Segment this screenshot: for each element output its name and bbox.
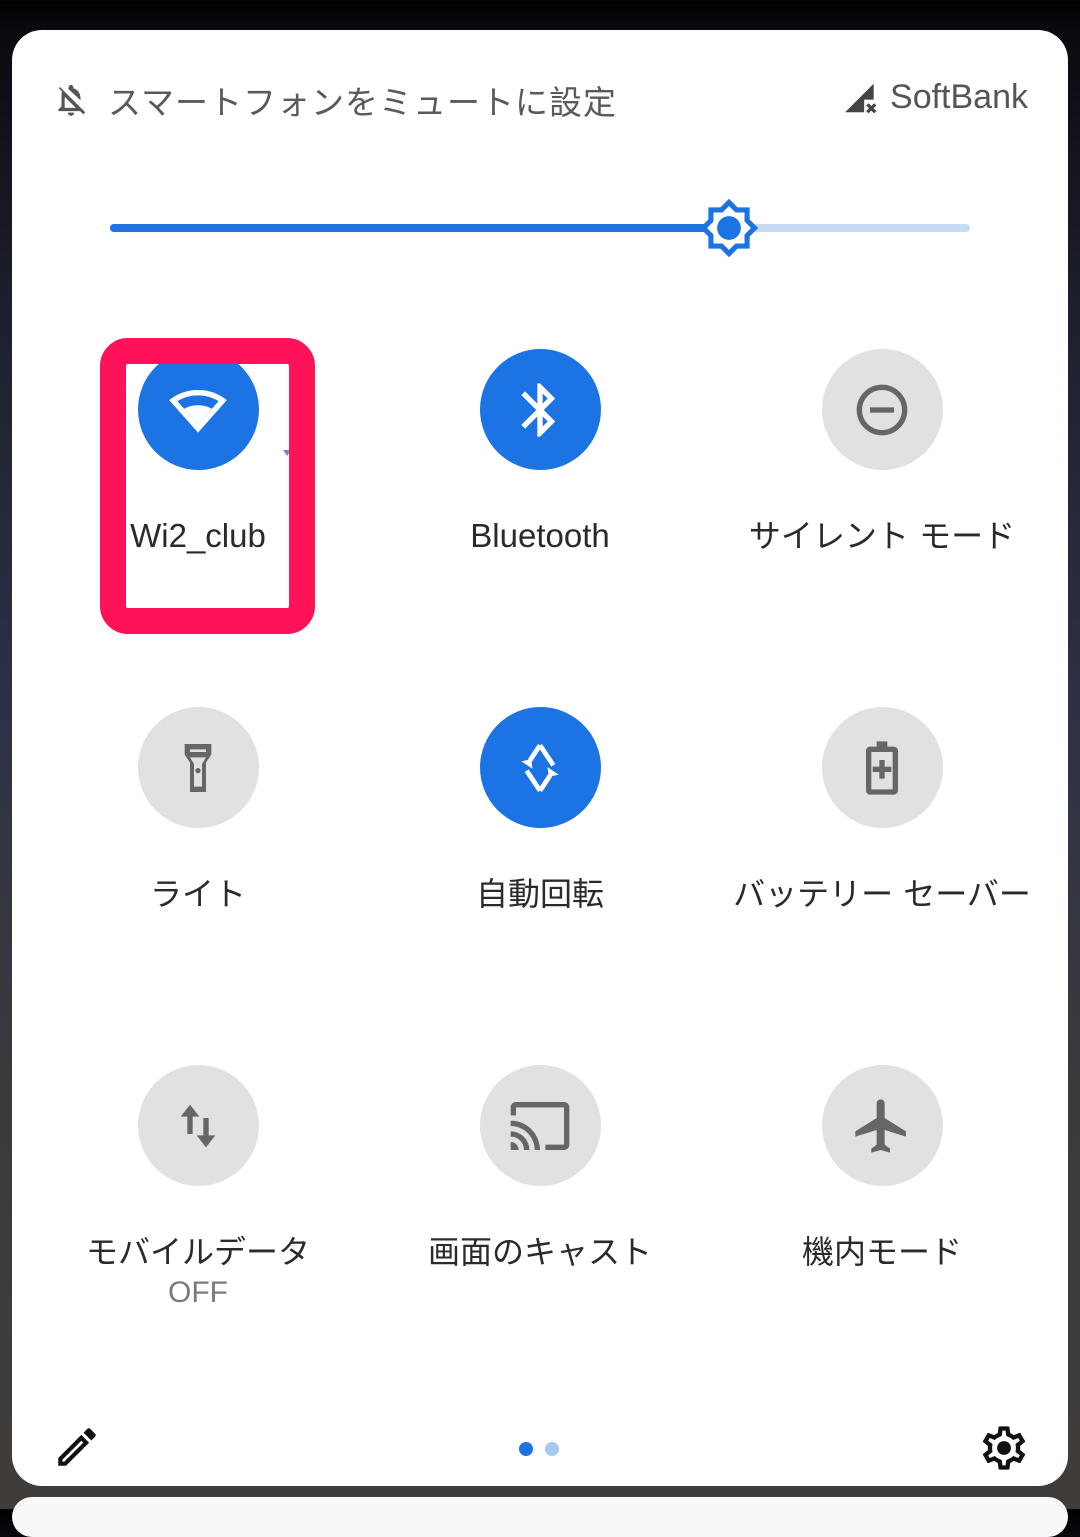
page-dot-2[interactable] <box>545 1442 559 1456</box>
flashlight-toggle[interactable] <box>137 707 259 828</box>
wifi-icon <box>169 389 227 433</box>
tile-mobile-data[interactable]: モバイルデータ OFF <box>38 1065 358 1310</box>
settings-gear-icon[interactable] <box>978 1422 1030 1474</box>
brightness-fill <box>110 224 730 232</box>
tile-bluetooth[interactable]: Bluetooth <box>380 349 700 558</box>
do-not-disturb-icon <box>856 384 908 435</box>
notification-card-edge <box>12 1497 1068 1537</box>
tile-do-not-disturb[interactable]: サイレント モード <box>722 349 1042 558</box>
tile-battery-saver[interactable]: バッテリー セーバー <box>722 707 1042 916</box>
auto-rotate-label: 自動回転 <box>475 875 604 913</box>
mobile-data-icon <box>180 1104 216 1147</box>
wifi-details-chevron-icon[interactable] <box>282 448 292 458</box>
brightness-slider[interactable] <box>110 198 970 258</box>
status-header: スマートフォンをミュートに設定 SoftBank <box>12 30 1068 170</box>
page-indicator <box>519 1442 559 1456</box>
notifications-off-icon <box>58 84 86 116</box>
wifi-label: Wi2_club <box>130 517 266 554</box>
ringer-mode-label: スマートフォンをミュートに設定 <box>108 83 618 122</box>
screen-cast-toggle[interactable] <box>479 1065 601 1186</box>
airplane-mode-toggle[interactable] <box>821 1065 943 1186</box>
signal-no-connection-icon <box>845 83 877 113</box>
do-not-disturb-toggle[interactable] <box>821 349 943 470</box>
carrier-name: SoftBank <box>890 78 1028 116</box>
battery-saver-label: バッテリー セーバー <box>733 875 1031 913</box>
edit-pencil-icon[interactable] <box>52 1422 102 1472</box>
tile-wifi[interactable]: Wi2_club <box>38 349 358 558</box>
quick-settings-footer <box>12 1400 1068 1480</box>
auto-rotate-icon <box>521 743 559 792</box>
ringer-mode-status[interactable]: スマートフォンをミュートに設定 <box>52 76 617 124</box>
tile-screen-cast[interactable]: 画面のキャスト <box>380 1065 700 1274</box>
mobile-data-status: OFF <box>168 1276 228 1309</box>
tile-auto-rotate[interactable]: 自動回転 <box>380 707 700 916</box>
battery-saver-toggle[interactable] <box>821 707 943 828</box>
brightness-icon[interactable] <box>698 197 760 259</box>
auto-rotate-toggle[interactable] <box>479 707 601 828</box>
cast-icon <box>510 1101 570 1150</box>
screen-cast-label: 画面のキャスト <box>427 1233 652 1271</box>
mobile-data-toggle[interactable] <box>137 1065 259 1186</box>
flashlight-label: ライト <box>149 875 246 913</box>
airplane-mode-label: 機内モード <box>801 1233 962 1271</box>
mobile-data-label: モバイルデータ <box>85 1233 310 1271</box>
tile-flashlight[interactable]: ライト <box>38 707 358 916</box>
carrier-status: SoftBank <box>842 78 1028 117</box>
bluetooth-label: Bluetooth <box>470 517 610 554</box>
battery-saver-icon <box>866 740 898 795</box>
bluetooth-icon <box>521 382 556 437</box>
flashlight-icon <box>184 743 212 792</box>
quick-settings-panel: スマートフォンをミュートに設定 SoftBank Wi2_club Blueto… <box>12 30 1068 1486</box>
page-dot-1[interactable] <box>519 1442 533 1456</box>
do-not-disturb-label: サイレント モード <box>748 517 1016 555</box>
wifi-toggle[interactable] <box>137 349 259 470</box>
bluetooth-toggle[interactable] <box>479 349 601 470</box>
airplane-icon <box>855 1098 906 1153</box>
tile-airplane-mode[interactable]: 機内モード <box>722 1065 1042 1274</box>
